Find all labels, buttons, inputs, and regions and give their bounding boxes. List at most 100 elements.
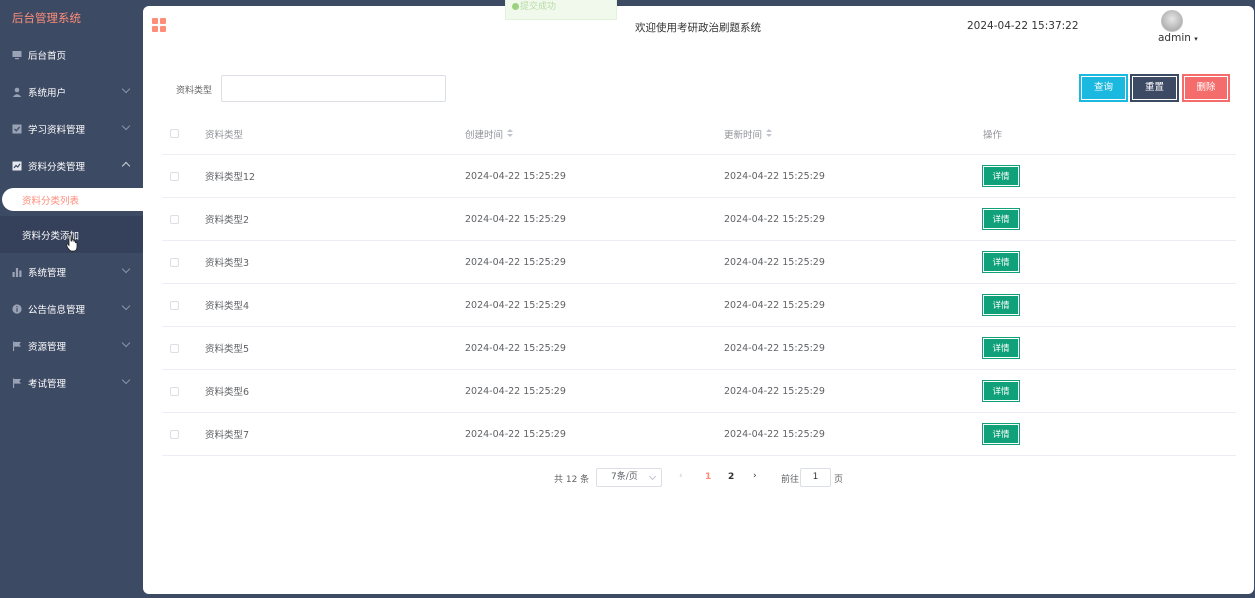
material-type-input[interactable] [221,75,446,102]
page-1-button[interactable]: 1 [705,472,711,482]
monitor-icon [12,50,22,60]
query-button[interactable]: 查询 [1079,74,1128,102]
row-checkbox[interactable] [170,386,179,396]
chart-box-icon [12,161,22,171]
sidebar-item-exam[interactable]: 考试管理 [0,364,143,401]
goto-page-input[interactable]: 1 [800,468,831,487]
cell-created: 2024-04-22 15:25:29 [465,428,566,440]
cell-type: 资料类型6 [205,387,250,398]
row-checkbox[interactable] [170,214,179,224]
cell-updated: 2024-04-22 15:25:29 [724,170,825,182]
flag-icon [12,378,22,388]
sidebar-item-system-manage[interactable]: 系统管理 [0,253,143,290]
chevron-down-icon [121,264,131,274]
row-checkbox[interactable] [170,171,179,181]
flag-icon [12,341,22,351]
grid-menu-icon[interactable] [152,18,166,32]
reset-button[interactable]: 重置 [1130,74,1179,102]
cell-created: 2024-04-22 15:25:29 [465,342,566,354]
sidebar-item-resource[interactable]: 资源管理 [0,327,143,364]
table-row: 资料类型4 2024-04-22 15:25:29 2024-04-22 15:… [162,284,1236,327]
table-row: 资料类型7 2024-04-22 15:25:29 2024-04-22 15:… [162,413,1236,456]
chevron-down-icon [121,121,131,131]
category-table: 资料类型 创建时间 更新时间 操作 资料类型12 2024-04-22 15:2… [162,113,1236,456]
sidebar-item-study-material[interactable]: 学习资料管理 [0,110,143,147]
detail-button[interactable]: 详情 [982,294,1020,316]
sidebar-item-label: 系统用户 [28,87,67,99]
sidebar: 后台管理系统 后台首页 系统用户 学习资料管理 资料分类管理 资料分类列表 资料… [0,0,143,598]
next-page-button[interactable]: › [753,471,757,481]
user-dropdown[interactable]: admin ▾ [1158,32,1198,44]
page-size-select[interactable]: 7条/页 [596,468,662,487]
filter-label: 资料类型 [176,86,213,96]
sidebar-item-system-users[interactable]: 系统用户 [0,73,143,110]
detail-button[interactable]: 详情 [982,165,1020,187]
column-header-created[interactable]: 创建时间 [465,113,514,154]
chevron-down-icon: ▾ [1194,35,1198,43]
cell-type: 资料类型2 [205,215,250,226]
table-row: 资料类型5 2024-04-22 15:25:29 2024-04-22 15:… [162,327,1236,370]
cell-updated: 2024-04-22 15:25:29 [724,428,825,440]
detail-button[interactable]: 详情 [982,208,1020,230]
table-header: 资料类型 创建时间 更新时间 操作 [162,113,1236,155]
user-name: admin [1158,32,1191,44]
current-datetime: 2024-04-22 15:37:22 [967,20,1079,32]
column-header-op: 操作 [983,129,1003,141]
pagination: 共 12 条 7条/页 ‹ 1 2 › 前往 1 页 [143,468,1254,488]
sort-icon[interactable] [766,129,773,138]
row-checkbox[interactable] [170,343,179,353]
table-row: 资料类型6 2024-04-22 15:25:29 2024-04-22 15:… [162,370,1236,413]
sidebar-item-label: 资源管理 [28,341,67,353]
row-checkbox[interactable] [170,429,179,439]
sidebar-item-label: 学习资料管理 [28,124,86,136]
goto-unit: 页 [834,475,844,485]
row-checkbox[interactable] [170,300,179,310]
prev-page-button[interactable]: ‹ [679,471,683,481]
sidebar-item-label: 系统管理 [28,267,67,279]
sidebar-item-label: 资料分类管理 [28,161,86,173]
chevron-down-icon [121,84,131,94]
cell-updated: 2024-04-22 15:25:29 [724,256,825,268]
cell-created: 2024-04-22 15:25:29 [465,213,566,225]
cell-updated: 2024-04-22 15:25:29 [724,213,825,225]
hand-cursor-icon [66,234,78,252]
column-header-label: 创建时间 [465,129,504,141]
select-all-checkbox[interactable] [170,129,179,138]
avatar[interactable] [1161,10,1183,32]
info-icon [12,303,22,314]
chevron-up-icon [121,161,131,171]
brand-title: 后台管理系统 [12,11,81,25]
cell-type: 资料类型5 [205,344,250,355]
delete-button[interactable]: 删除 [1182,74,1230,102]
row-checkbox[interactable] [170,257,179,267]
table-row: 资料类型2 2024-04-22 15:25:29 2024-04-22 15:… [162,198,1236,241]
sidebar-item-home[interactable]: 后台首页 [0,36,143,73]
table-row: 资料类型12 2024-04-22 15:25:29 2024-04-22 15… [162,155,1236,198]
column-header-type: 资料类型 [205,129,244,141]
sidebar-item-material-category[interactable]: 资料分类管理 [0,147,143,184]
cell-updated: 2024-04-22 15:25:29 [724,299,825,311]
cell-created: 2024-04-22 15:25:29 [465,299,566,311]
cell-updated: 2024-04-22 15:25:29 [724,342,825,354]
cell-type: 资料类型4 [205,301,250,312]
sidebar-item-label: 公告信息管理 [28,304,86,316]
checkbox-icon [12,124,22,134]
sidebar-item-label: 后台首页 [28,50,67,62]
detail-button[interactable]: 详情 [982,251,1020,273]
sort-icon[interactable] [507,129,514,138]
sidebar-subitem-category-list[interactable]: 资料分类列表 [2,188,143,211]
detail-button[interactable]: 详情 [982,423,1020,445]
welcome-text: 欢迎使用考研政治刷题系统 [635,22,761,34]
cell-type: 资料类型7 [205,430,250,441]
detail-button[interactable]: 详情 [982,380,1020,402]
success-toast: 提交成功 [505,0,617,20]
page-2-button[interactable]: 2 [728,472,734,482]
column-header-updated[interactable]: 更新时间 [724,113,773,154]
sidebar-item-notice[interactable]: 公告信息管理 [0,290,143,327]
detail-button[interactable]: 详情 [982,337,1020,359]
top-header: 提交成功 欢迎使用考研政治刷题系统 2024-04-22 15:37:22 ad… [143,0,1254,50]
cell-updated: 2024-04-22 15:25:29 [724,385,825,397]
cell-type: 资料类型3 [205,258,250,269]
sidebar-subitem-label: 资料分类列表 [22,195,80,207]
pagination-total: 共 12 条 [554,475,590,485]
